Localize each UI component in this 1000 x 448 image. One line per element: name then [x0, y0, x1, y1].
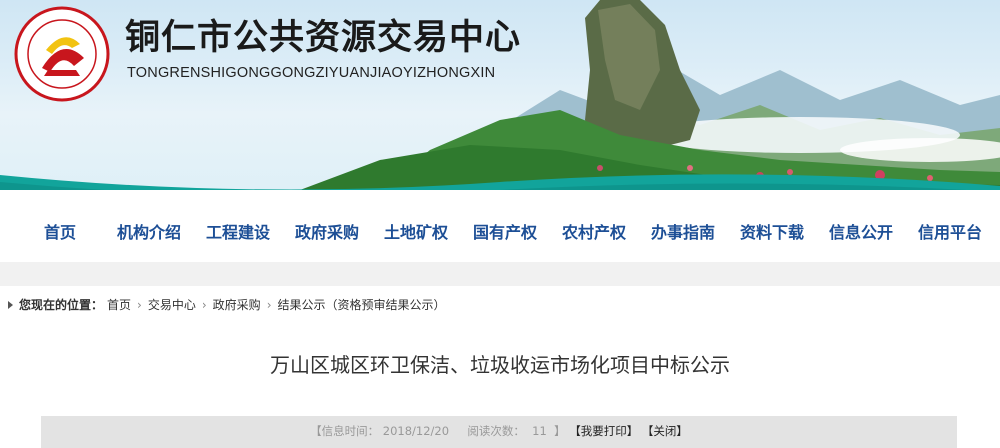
site-subtitle: TONGRENSHIGONGGONGZIYUANJIAOYIZHONGXIN [127, 65, 496, 81]
views-value: 11 [532, 424, 547, 438]
breadcrumb-result-notice[interactable]: 结果公示（资格预审结果公示） [278, 296, 446, 313]
nav-item-about[interactable]: 机构介绍 [117, 219, 181, 243]
close-button[interactable]: 【关闭】 [642, 424, 688, 438]
nav-item-procurement[interactable]: 政府采购 [295, 219, 359, 243]
views-label: 阅读次数： [467, 424, 525, 438]
breadcrumb-trading-center[interactable]: 交易中心 [148, 296, 196, 313]
nav-item-credit[interactable]: 信用平台 [918, 219, 982, 243]
breadcrumb-home[interactable]: 首页 [107, 296, 131, 313]
nav-item-rural-property[interactable]: 农村产权 [562, 219, 626, 243]
nav-item-land-mining[interactable]: 土地矿权 [384, 219, 448, 243]
views-close: 】 [554, 424, 566, 438]
nav-item-downloads[interactable]: 资料下载 [740, 219, 804, 243]
tongren-seal-logo-icon [14, 6, 110, 102]
chevron-right-icon: › [137, 297, 142, 312]
article-title: 万山区城区环卫保洁、垃圾收运市场化项目中标公示 [270, 353, 730, 377]
breadcrumb-label: 您现在的位置： [19, 298, 104, 312]
nav-item-disclosure[interactable]: 信息公开 [829, 219, 893, 243]
header-banner: 铜仁市公共资源交易中心 TONGRENSHIGONGGONGZIYUANJIAO… [0, 0, 1000, 190]
site-title: 铜仁市公共资源交易中心 [125, 18, 522, 58]
nav-divider-band [0, 262, 1000, 286]
chevron-right-icon: › [201, 297, 207, 312]
date-label: 【信息时间： [310, 424, 380, 438]
date-value: 2018/12/20 [382, 424, 450, 438]
article-info-bar: 【信息时间： 2018/12/20 阅读次数： 11 】 【我要打印】 【关闭】 [41, 416, 957, 448]
main-nav: 首页 机构介绍 工程建设 政府采购 土地矿权 国有产权 农村产权 办事指南 资料… [0, 198, 1000, 262]
chevron-right-icon: › [266, 297, 272, 312]
nav-item-state-property[interactable]: 国有产权 [473, 219, 537, 243]
nav-item-guide[interactable]: 办事指南 [651, 219, 715, 243]
nav-item-home[interactable]: 首页 [44, 219, 76, 243]
triangle-right-icon [8, 300, 13, 309]
print-button[interactable]: 【我要打印】 [569, 424, 638, 438]
breadcrumb: 您现在的位置： 首页 › 交易中心 › 政府采购 › 结果公示（资格预审结果公示… [8, 296, 446, 313]
breadcrumb-procurement[interactable]: 政府采购 [213, 296, 261, 313]
nav-item-engineering[interactable]: 工程建设 [206, 219, 270, 243]
